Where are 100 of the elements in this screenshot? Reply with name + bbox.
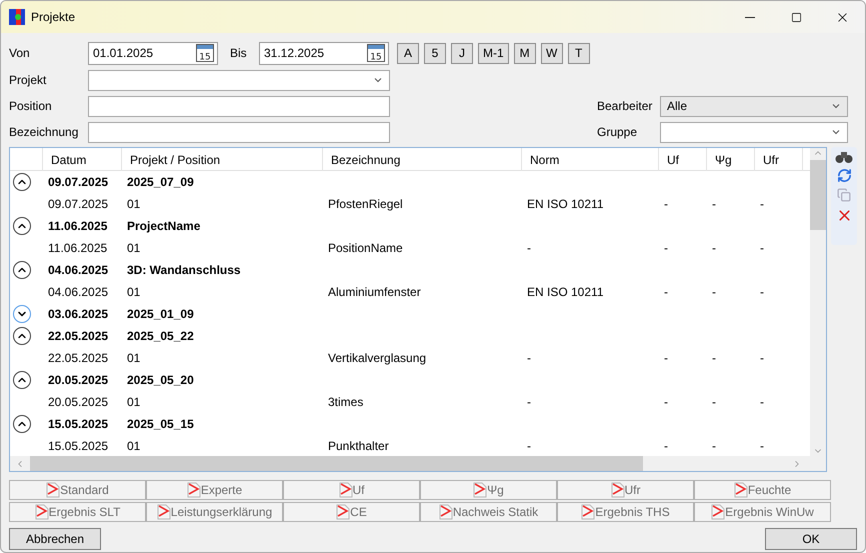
field-label: Von <box>9 46 31 60</box>
table-cell-text: - <box>759 285 765 299</box>
cancel-button[interactable]: Abbrechen <box>9 528 101 550</box>
collapse-button[interactable] <box>13 415 31 433</box>
calendar-icon[interactable]: 15 <box>367 44 385 62</box>
table-cell-text: ProjectName <box>126 219 202 233</box>
collapse-button[interactable] <box>13 217 31 235</box>
chevron-down-icon <box>831 101 841 111</box>
table-cell-text: 2025_05_22 <box>126 329 195 343</box>
column-header[interactable]: Datum <box>42 148 121 171</box>
table-cell-text: 01 <box>126 285 142 299</box>
table-cell-text: - <box>663 351 669 365</box>
maximize-icon <box>790 12 802 22</box>
quick-range-button[interactable]: M <box>514 42 536 64</box>
quick-range-button[interactable]: M-1 <box>478 42 509 64</box>
table-cell-text: 20.05.2025 <box>47 373 110 387</box>
table-cell-text: 15.05.2025 <box>47 439 110 453</box>
copy-icon[interactable] <box>837 188 852 202</box>
collapse-button[interactable] <box>13 173 31 191</box>
scrollbar-thumb[interactable] <box>30 456 643 471</box>
collapse-button[interactable] <box>13 261 31 279</box>
column-header[interactable]: Bezeichnung <box>322 148 521 171</box>
table-cell-text: 15.05.2025 <box>47 417 110 431</box>
chevron-down-icon <box>373 75 383 85</box>
vertical-scrollbar[interactable] <box>810 148 826 456</box>
quick-range-button[interactable]: J <box>451 42 473 64</box>
quick-range-button[interactable]: T <box>568 42 590 64</box>
table-cell-text: - <box>526 395 532 409</box>
table-cell-text: - <box>711 285 717 299</box>
column-header[interactable]: Projekt / Position <box>121 148 322 171</box>
table-cell-text: 11.06.2025 <box>47 241 108 255</box>
table-cell-text: 03.06.2025 <box>47 307 110 321</box>
pdf-icon <box>734 482 748 498</box>
quick-range-button[interactable]: W <box>540 42 563 64</box>
calendar-icon[interactable]: 15 <box>196 44 214 62</box>
quick-range-button[interactable]: 5 <box>424 42 446 64</box>
table-cell-text: 22.05.2025 <box>47 351 110 365</box>
table-cell-text: - <box>663 395 669 409</box>
chevron-down-icon <box>831 127 841 137</box>
date-field[interactable]: 31.12.2025 15 <box>259 42 389 64</box>
table-cell-text: 2025_05_15 <box>126 417 195 431</box>
date-field[interactable]: 01.01.2025 15 <box>88 42 218 64</box>
field-label: Projekt <box>9 73 48 87</box>
table-cell-text: - <box>663 285 669 299</box>
table-cell-text: 04.06.2025 <box>47 285 110 299</box>
table-cell-text: PfostenRiegel <box>327 197 404 211</box>
horizontal-scrollbar[interactable] <box>10 456 810 471</box>
pdf-icon <box>34 504 49 520</box>
column-header[interactable]: Uf <box>658 148 706 171</box>
table-cell-text: Aluminiumfenster <box>327 285 422 299</box>
quick-range-button[interactable]: A <box>397 42 419 64</box>
table-cell-text: 09.07.2025 <box>47 197 110 211</box>
table-cell-text: - <box>663 241 669 255</box>
designation-field[interactable] <box>88 122 390 142</box>
table-cell-text: Punkthalter <box>327 439 390 453</box>
table-cell-text: - <box>663 439 669 453</box>
table-cell-text: 11.06.2025 <box>47 219 108 233</box>
table-cell-text: - <box>711 439 717 453</box>
table-cell-text: - <box>759 395 765 409</box>
column-header[interactable]: Ufr <box>754 148 802 171</box>
column-header[interactable]: Ψg <box>706 148 754 171</box>
table-cell-text: 01 <box>126 395 142 409</box>
table-cell-text: PositionName <box>327 241 404 255</box>
table-cell-text: 01 <box>126 351 142 365</box>
pdf-icon <box>336 504 350 520</box>
table-cell-text: - <box>759 351 765 365</box>
position-field[interactable] <box>88 96 390 116</box>
project-dropdown[interactable] <box>88 70 390 90</box>
pdf-icon <box>338 482 352 498</box>
minimize-icon <box>745 16 755 18</box>
pdf-icon <box>581 504 596 520</box>
table-cell-text: - <box>759 197 765 211</box>
table-cell-text: - <box>711 241 717 255</box>
scrollbar-thumb[interactable] <box>810 160 826 230</box>
editor-dropdown[interactable]: Alle <box>660 96 848 116</box>
pdf-icon <box>156 504 171 520</box>
column-header[interactable]: Norm <box>521 148 658 171</box>
table-cell-text: EN ISO 10211 <box>526 197 604 211</box>
refresh-icon[interactable] <box>836 168 852 183</box>
group-dropdown[interactable] <box>660 122 848 142</box>
ok-button[interactable]: OK <box>765 528 857 550</box>
field-label: Bearbeiter <box>597 99 654 113</box>
binoculars-icon[interactable] <box>835 151 854 163</box>
collapse-button[interactable] <box>13 371 31 389</box>
table-cell-text: 3D: Wandanschluss <box>126 263 242 277</box>
table-cell-text: - <box>759 241 765 255</box>
table-cell-text: - <box>711 197 717 211</box>
field-label: Gruppe <box>597 125 638 139</box>
table-cell-text: 2025_07_09 <box>126 175 195 189</box>
table-cell-text: - <box>663 197 669 211</box>
table-cell-text: 01 <box>126 197 142 211</box>
pdf-icon <box>186 482 201 498</box>
expand-button[interactable] <box>13 305 31 323</box>
table-cell-text: Vertikalverglasung <box>327 351 428 365</box>
table-cell-text: 01 <box>126 241 142 255</box>
table-cell-text: 20.05.2025 <box>47 395 110 409</box>
table-cell-text: EN ISO 10211 <box>526 285 604 299</box>
collapse-button[interactable] <box>13 327 31 345</box>
pdf-icon <box>438 504 453 520</box>
table-cell-text: 09.07.2025 <box>47 175 110 189</box>
